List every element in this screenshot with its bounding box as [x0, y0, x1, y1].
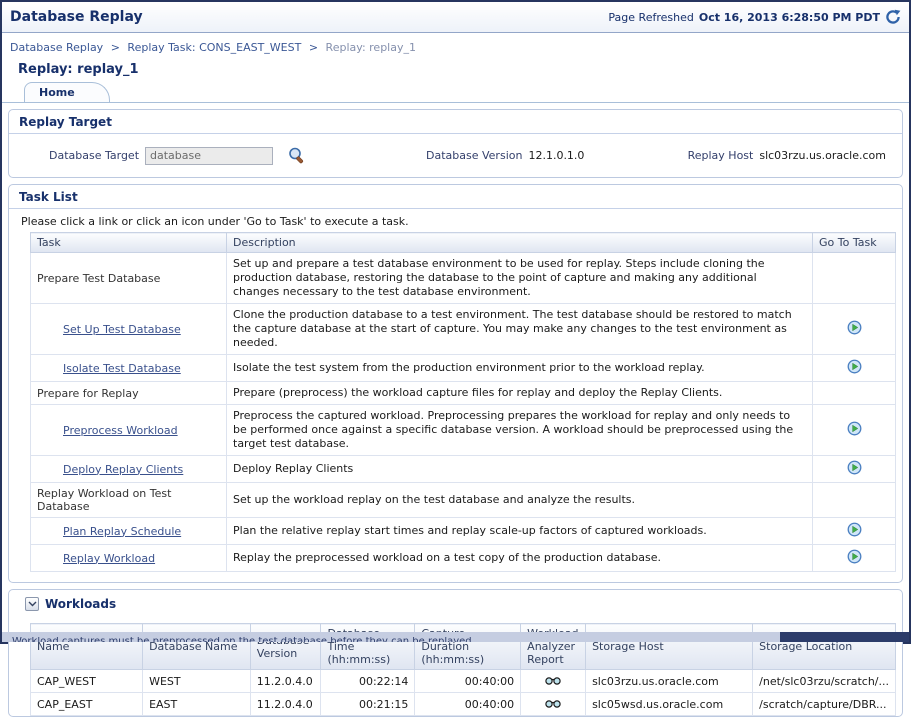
workloads-heading: Workloads [45, 597, 116, 611]
go-to-task-icon[interactable] [847, 421, 862, 436]
replay-host-value: slc03rzu.us.oracle.com [759, 149, 886, 162]
task-description: Preprocess the captured workload. Prepro… [227, 405, 813, 456]
task-link-preprocess-workload[interactable]: Preprocess Workload [63, 424, 178, 437]
workload-database-time: 00:22:14 [321, 670, 415, 693]
column-header-description: Description [227, 233, 813, 253]
analyzer-report-glasses-icon[interactable] [545, 699, 561, 708]
breadcrumb: Database Replay > Replay Task: CONS_EAST… [2, 33, 909, 56]
tab-home[interactable]: Home [24, 82, 110, 102]
table-row: Set Up Test Database Clone the productio… [31, 304, 896, 355]
table-row: CAP_EAST EAST 11.2.0.4.0 00:21:15 00:40:… [31, 693, 896, 716]
column-header-capture-duration: Capture Duration (hh:mm:ss) [415, 624, 521, 670]
page-refreshed-timestamp: Oct 16, 2013 6:28:50 PM PDT [699, 11, 880, 24]
go-to-task-icon[interactable] [847, 522, 862, 537]
table-row: Replay Workload Replay the preprocessed … [31, 545, 896, 572]
workload-capture-duration: 00:40:00 [415, 693, 521, 716]
database-target-label: Database Target [49, 149, 139, 162]
task-description: Replay the preprocessed workload on a te… [227, 545, 813, 572]
column-header-database-name: Database Name [143, 624, 251, 670]
task-group-label: Replay Workload on Test Database [31, 483, 227, 518]
task-description: Set up and prepare a test database envir… [227, 253, 813, 304]
database-version-label: Database Version [426, 149, 522, 162]
workload-database-name: EAST [143, 693, 251, 716]
task-description: Set up the workload replay on the test d… [227, 483, 813, 518]
refresh-icon[interactable] [885, 9, 901, 25]
collapse-chevron-icon[interactable] [25, 597, 39, 611]
app-title: Database Replay [10, 9, 143, 25]
table-row: Isolate Test Database Isolate the test s… [31, 355, 896, 382]
table-row: Prepare Test Database Set up and prepare… [31, 253, 896, 304]
workload-capture-duration: 00:40:00 [415, 670, 521, 693]
column-header-name: Name [31, 624, 143, 670]
replay-host-label: Replay Host [688, 149, 754, 162]
task-table: Task Description Go To Task Prepare Test… [30, 232, 896, 572]
breadcrumb-replay-task[interactable]: Replay Task: CONS_EAST_WEST [127, 41, 301, 54]
go-to-task-icon[interactable] [847, 320, 862, 335]
task-link-plan-replay-schedule[interactable]: Plan Replay Schedule [63, 525, 181, 538]
task-table-header-row: Task Description Go To Task [31, 233, 896, 253]
column-header-database-time: Database Time (hh:mm:ss) [321, 624, 415, 670]
table-row: Replay Workload on Test Database Set up … [31, 483, 896, 518]
workload-database-version: 11.2.0.4.0 [250, 693, 321, 716]
table-row: Deploy Replay Clients Deploy Replay Clie… [31, 456, 896, 483]
task-description: Clone the production database to a test … [227, 304, 813, 355]
workloads-header-row: Name Database Name Database Version Data… [31, 624, 896, 670]
page-refreshed-label: Page Refreshed [608, 11, 693, 24]
clipped-footer-text: Workload captures must be preprocessed o… [12, 637, 772, 642]
breadcrumb-database-replay[interactable]: Database Replay [10, 41, 103, 54]
breadcrumb-separator: > [309, 41, 318, 54]
task-description: Deploy Replay Clients [227, 456, 813, 483]
breadcrumb-separator: > [111, 41, 120, 54]
workload-storage-host: slc05wsd.us.oracle.com [586, 693, 753, 716]
table-row: CAP_WEST WEST 11.2.0.4.0 00:22:14 00:40:… [31, 670, 896, 693]
column-header-storage-host: Storage Host [586, 624, 753, 670]
top-header-bar: Database Replay Page Refreshed Oct 16, 2… [2, 2, 909, 33]
workload-name[interactable]: CAP_WEST [31, 670, 143, 693]
table-row: Prepare for Replay Prepare (preprocess) … [31, 382, 896, 405]
task-link-replay-workload[interactable]: Replay Workload [63, 552, 155, 565]
task-link-set-up-test-database[interactable]: Set Up Test Database [63, 323, 181, 336]
tab-strip: Home [2, 81, 909, 103]
column-header-go-to-task: Go To Task [813, 233, 896, 253]
task-group-label: Prepare for Replay [31, 382, 227, 405]
go-to-task-icon[interactable] [847, 549, 862, 564]
workload-name[interactable]: CAP_EAST [31, 693, 143, 716]
replay-target-section: Replay Target Database Target Database V… [8, 109, 903, 178]
database-version-value: 12.1.0.1.0 [528, 149, 584, 162]
go-to-task-icon[interactable] [847, 359, 862, 374]
task-link-deploy-replay-clients[interactable]: Deploy Replay Clients [63, 463, 183, 476]
task-list-instruction: Please click a link or click an icon und… [9, 209, 902, 228]
analyzer-report-glasses-icon[interactable] [545, 676, 561, 685]
task-description: Isolate the test system from the product… [227, 355, 813, 382]
workloads-section: Workloads Name Database Name Database Ve… [8, 589, 903, 717]
column-header-workload-analyzer-report: Workload Analyzer Report [521, 624, 586, 670]
column-header-database-version: Database Version [250, 624, 321, 670]
table-row: Preprocess Workload Preprocess the captu… [31, 405, 896, 456]
search-icon[interactable] [287, 146, 306, 165]
table-row: Plan Replay Schedule Plan the relative r… [31, 518, 896, 545]
page-title: Replay: replay_1 [18, 62, 909, 77]
breadcrumb-current: Replay: replay_1 [326, 41, 416, 54]
task-description: Prepare (preprocess) the workload captur… [227, 382, 813, 405]
task-list-heading: Task List [9, 185, 902, 209]
replay-target-heading: Replay Target [9, 110, 902, 134]
task-list-section: Task List Please click a link or click a… [8, 184, 903, 583]
task-description: Plan the relative replay start times and… [227, 518, 813, 545]
workload-database-name: WEST [143, 670, 251, 693]
workload-storage-location: /scratch/capture/DBR... [753, 693, 896, 716]
go-to-task-icon[interactable] [847, 460, 862, 475]
column-header-storage-location: Storage Location [753, 624, 896, 670]
workload-storage-location: /net/slc03rzu/scratch/... [753, 670, 896, 693]
workload-database-version: 11.2.0.4.0 [250, 670, 321, 693]
database-target-input[interactable] [145, 147, 273, 165]
task-link-isolate-test-database[interactable]: Isolate Test Database [63, 362, 181, 375]
column-header-task: Task [31, 233, 227, 253]
task-group-label: Prepare Test Database [31, 253, 227, 304]
workload-storage-host: slc03rzu.us.oracle.com [586, 670, 753, 693]
workload-database-time: 00:21:15 [321, 693, 415, 716]
